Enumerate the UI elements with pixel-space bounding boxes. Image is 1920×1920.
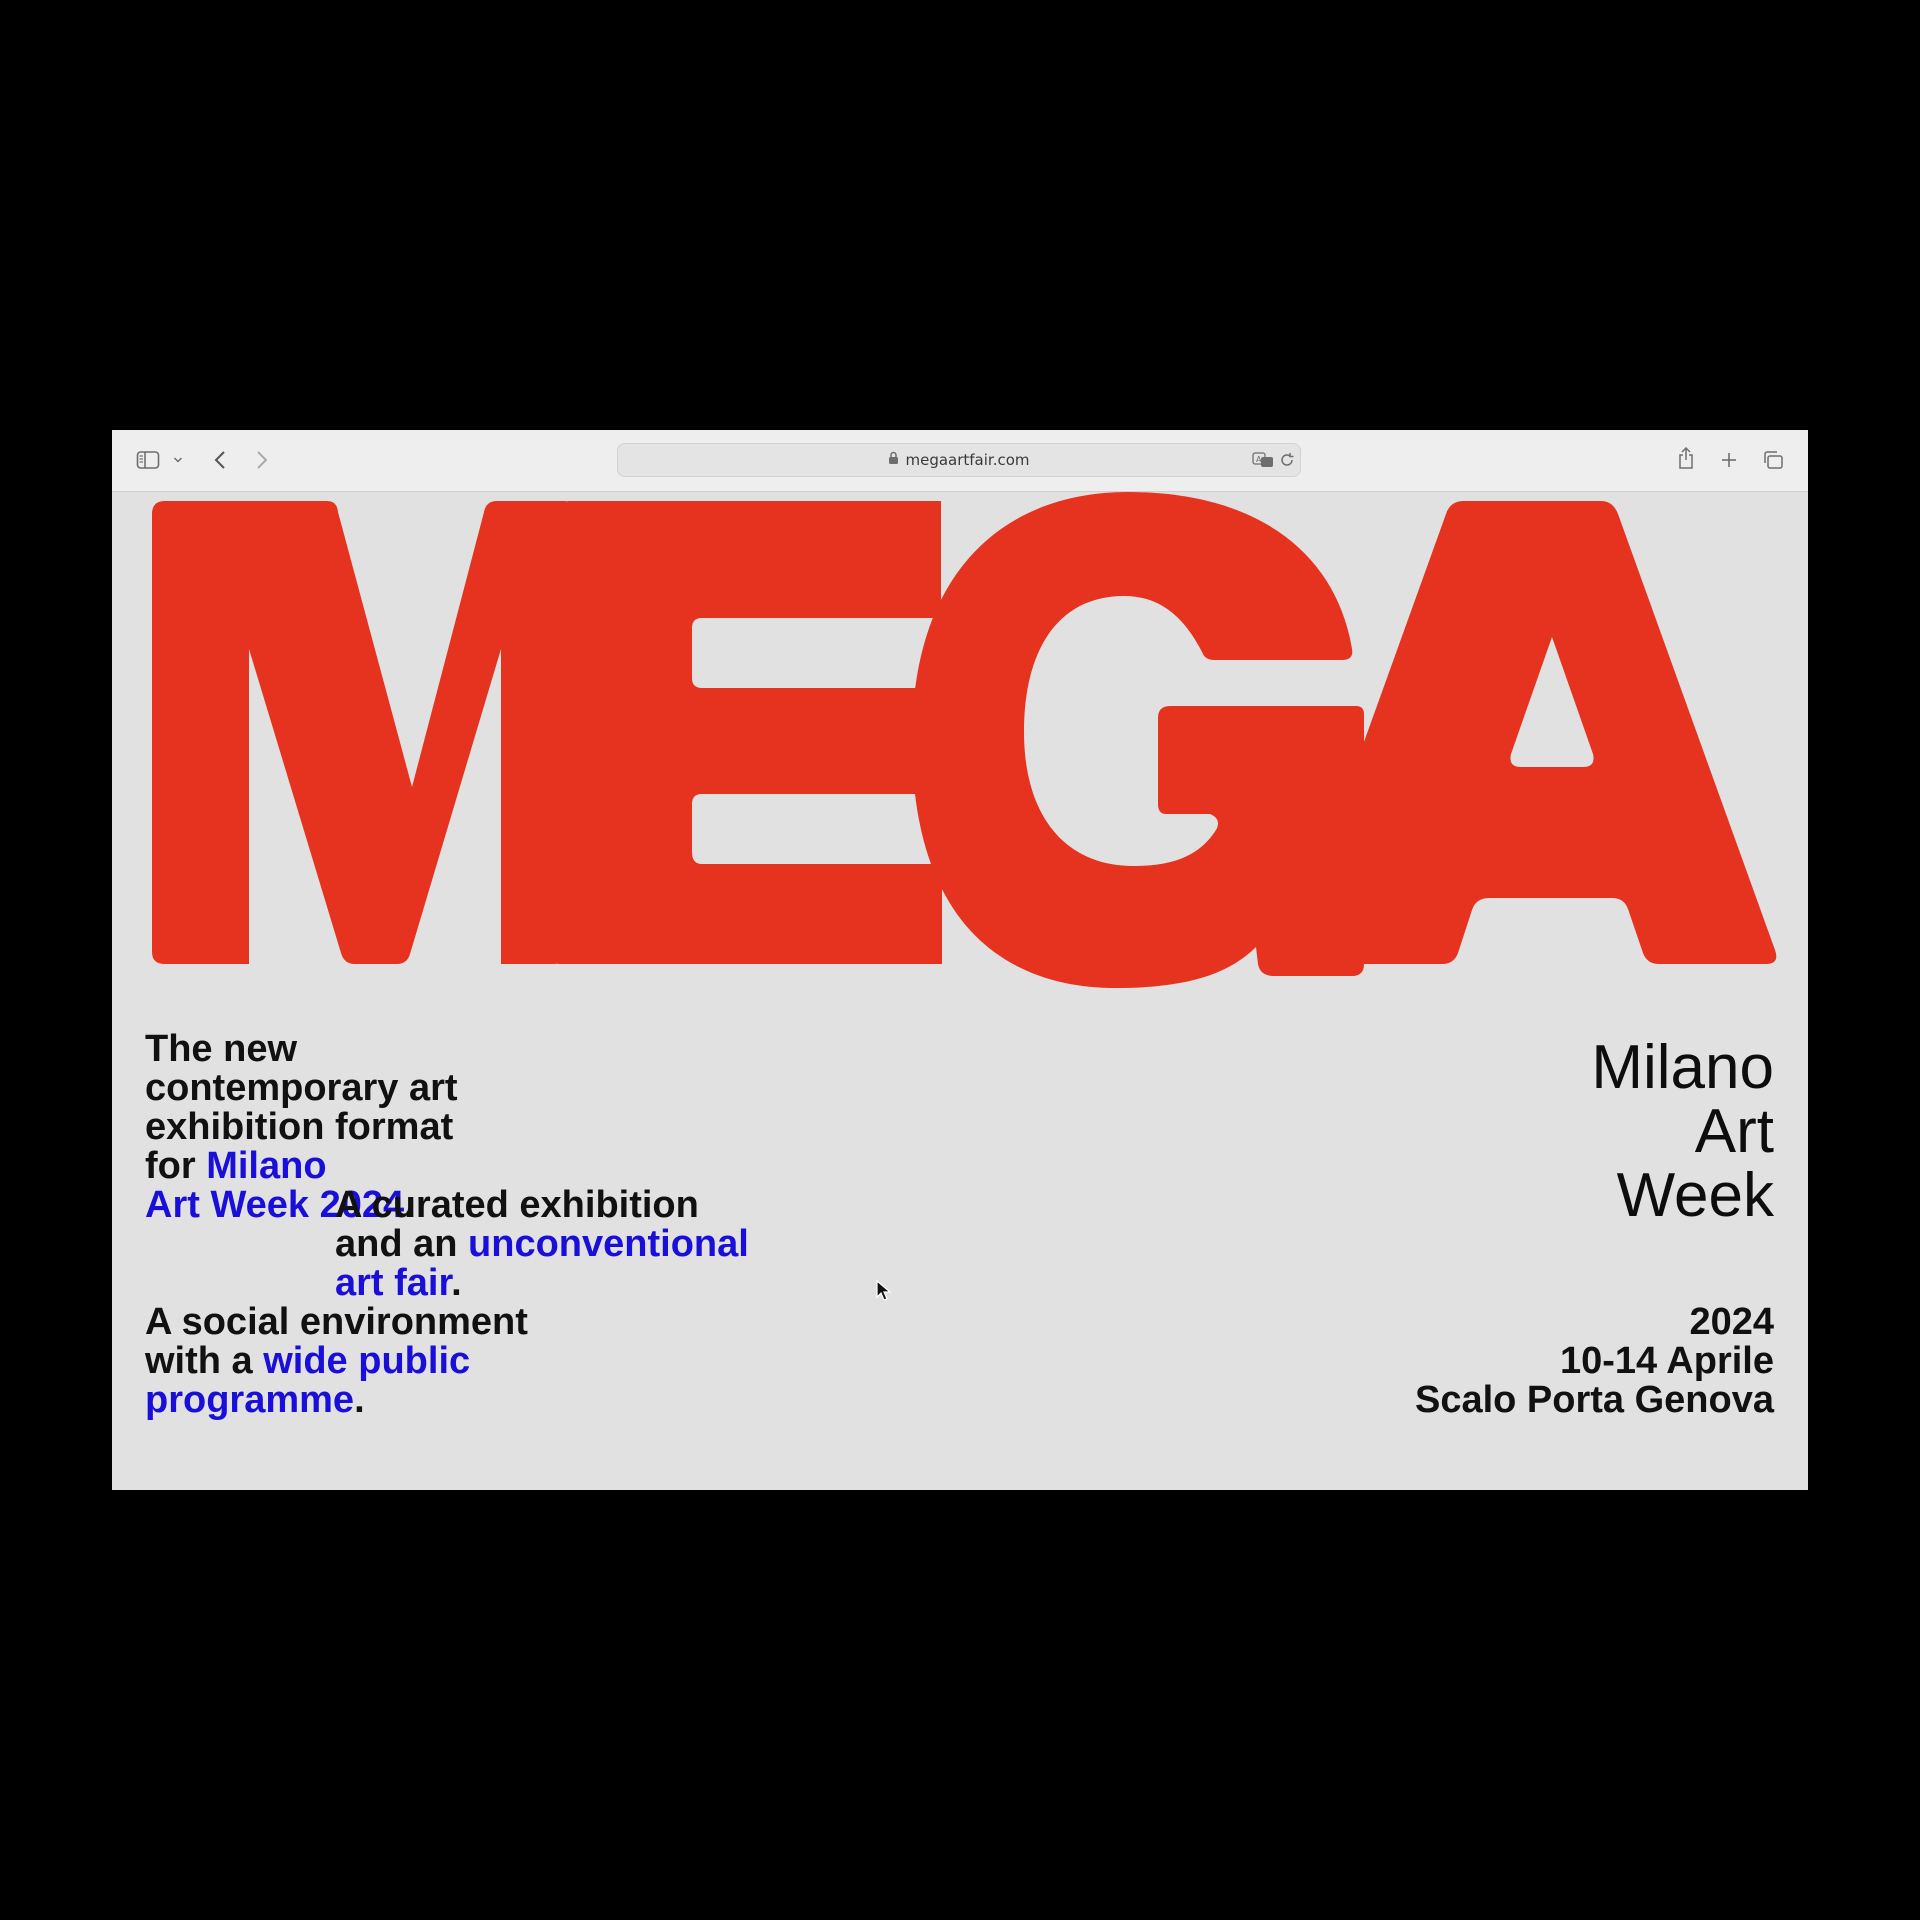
address-url[interactable]: megaartfair.com xyxy=(905,451,1029,469)
milano-link[interactable]: Milano xyxy=(206,1145,326,1187)
intro-line-3: exhibition format xyxy=(145,1106,454,1148)
social-period: . xyxy=(354,1379,365,1421)
address-bar[interactable]: megaartfair.com A xyxy=(617,443,1301,477)
new-tab-icon[interactable] xyxy=(1718,448,1740,472)
event-details: 2024 10-14 Aprile Scalo Porta Genova xyxy=(1415,1303,1774,1420)
page-content: The new contemporary art exhibition form… xyxy=(112,492,1808,1490)
event-venue: Scalo Porta Genova xyxy=(1414,1379,1774,1421)
unconventional-link[interactable]: unconventional xyxy=(468,1223,749,1265)
svg-text:A: A xyxy=(1256,455,1262,464)
browser-window: megaartfair.com A The new contemporary a… xyxy=(112,430,1808,1490)
logo-letter-g xyxy=(912,492,1364,988)
lock-icon xyxy=(888,451,899,470)
sidebar-icon[interactable] xyxy=(135,448,161,472)
browser-toolbar: megaartfair.com A xyxy=(112,430,1808,492)
social-text: A social environment with a wide public … xyxy=(145,1303,528,1420)
programme-link[interactable]: programme xyxy=(145,1379,354,1421)
curated-line-2-prefix: and an xyxy=(335,1223,469,1265)
logo-letter-e xyxy=(558,501,942,964)
reload-icon[interactable] xyxy=(1279,452,1295,473)
event-name: Milano Art Week xyxy=(1591,1036,1774,1228)
event-dates: 10-14 Aprile xyxy=(1559,1340,1774,1382)
wide-public-link[interactable]: wide public xyxy=(263,1340,470,1382)
mouse-cursor-icon xyxy=(876,1280,892,1301)
share-icon[interactable] xyxy=(1674,446,1698,470)
curated-line-1: A curated exhibition xyxy=(335,1184,699,1226)
event-name-line: Week xyxy=(1616,1161,1774,1230)
social-line-1: A social environment xyxy=(145,1301,528,1343)
mega-logo-letters xyxy=(152,492,1777,988)
event-name-line: Art xyxy=(1694,1097,1774,1166)
social-line-2-prefix: with a xyxy=(145,1340,264,1382)
tabs-overview-icon[interactable] xyxy=(1761,448,1785,472)
curated-period: . xyxy=(451,1262,462,1304)
forward-arrow-icon[interactable] xyxy=(251,448,273,472)
art-fair-link[interactable]: art fair xyxy=(335,1262,451,1304)
intro-line-1: The new xyxy=(145,1028,298,1070)
event-year: 2024 xyxy=(1689,1301,1774,1343)
logo-letter-m xyxy=(152,501,566,964)
intro-line-2: contemporary art xyxy=(145,1067,458,1109)
chevron-down-icon[interactable] xyxy=(171,448,185,472)
curated-text: A curated exhibition and an unconvention… xyxy=(335,1186,749,1303)
translate-icon[interactable]: A xyxy=(1252,452,1274,473)
back-arrow-icon[interactable] xyxy=(209,448,231,472)
event-name-line: Milano xyxy=(1591,1033,1774,1102)
intro-line-4-prefix: for xyxy=(145,1145,207,1187)
